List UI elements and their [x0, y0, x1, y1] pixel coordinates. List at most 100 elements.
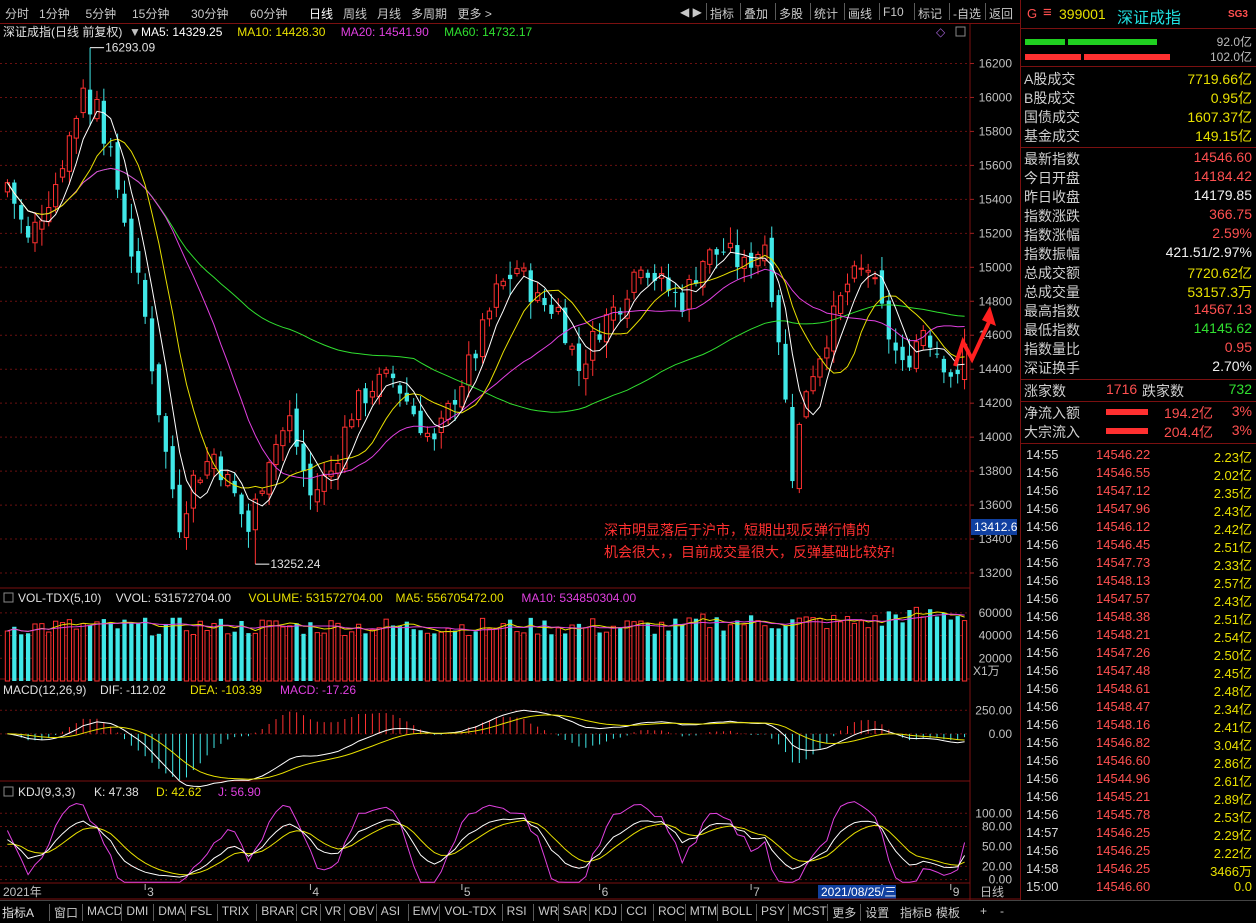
template-button-2[interactable]: + [980, 904, 987, 918]
indicator-tab-19[interactable]: ROC [658, 904, 685, 918]
indicator-tab-17[interactable]: KDJ [594, 904, 617, 918]
toolbar-button-3[interactable]: 统计 [814, 5, 838, 22]
dropdown-icon: ▼ [129, 25, 141, 39]
volume-bar [597, 632, 602, 681]
toolbar-button-1[interactable]: 叠加 [744, 5, 768, 22]
indicator-tab-25[interactable]: 设置 [865, 904, 889, 921]
indicator-tab-11[interactable]: ASI [381, 904, 400, 918]
candle-body [831, 305, 837, 352]
indicator-tab-24[interactable]: 更多 [832, 904, 856, 921]
tab-2[interactable]: 5分钟 [86, 5, 117, 22]
candle-body [576, 343, 582, 372]
dea-line [7, 714, 965, 780]
candle-body [727, 242, 734, 249]
indicator-tab-14[interactable]: RSI [507, 904, 527, 918]
toolbar-button-7[interactable]: -自选 [953, 5, 981, 22]
candle-body [287, 415, 293, 432]
toolbar-button-6[interactable]: 标记 [918, 5, 942, 22]
volume-bar [486, 628, 493, 682]
volume-bar [748, 615, 754, 681]
tab-9[interactable]: 多周期 [411, 5, 447, 22]
index-code: 399001 [1059, 6, 1106, 22]
tick-row: 14:55 14546.22 2.23亿 [1026, 447, 1252, 465]
tab-4[interactable]: 30分钟 [191, 5, 228, 22]
indicator-tab-15[interactable]: WR [538, 904, 558, 918]
indicator-tab-12[interactable]: EMV [413, 904, 439, 918]
tick-time: 14:56 [1026, 537, 1059, 552]
volume-bar [376, 627, 382, 682]
tab-3[interactable]: 15分钟 [132, 5, 169, 22]
indicator-tab-0[interactable]: 指标A [2, 904, 34, 921]
quote-row-label: 最新指数 [1024, 151, 1080, 167]
indicator-tab-4[interactable]: DMA [158, 904, 185, 918]
indicator-tab-18[interactable]: CCI [626, 904, 647, 918]
candle-body [163, 416, 168, 452]
toolbar-button-2[interactable]: 多股 [779, 5, 803, 22]
candle-body [445, 402, 451, 420]
quote-row-value: 14184.42 [1193, 168, 1252, 184]
tick-row: 14:56 14546.12 2.42亿 [1026, 519, 1252, 537]
indicator-tab-8[interactable]: CR [301, 904, 318, 918]
indicator-tab-9[interactable]: VR [325, 904, 342, 918]
tab-separator [295, 904, 297, 921]
tick-time: 14:56 [1026, 465, 1059, 480]
volume-bar [727, 624, 734, 682]
toolbar-button-4[interactable]: 画线 [848, 5, 872, 22]
volume-bar [941, 612, 947, 681]
tab-5[interactable]: 60分钟 [250, 5, 287, 22]
indicator-tab-5[interactable]: FSL [190, 904, 212, 918]
tab-separator [49, 904, 50, 921]
toolbar-button-5[interactable]: F10 [883, 5, 904, 19]
indicator-tab-16[interactable]: SAR [563, 904, 588, 918]
scroll-arrows-icon[interactable]: ◀ ▶ [680, 5, 702, 19]
indicator-tab-20[interactable]: MTM [690, 904, 717, 918]
toolbar-button-0[interactable]: 指标 [710, 5, 734, 22]
indicator-tab-21[interactable]: BOLL [722, 904, 753, 918]
volume-bar [252, 632, 258, 682]
tick-price: 14546.12 [1096, 519, 1151, 534]
indicator-tab-2[interactable]: MACD [87, 904, 122, 918]
vol-y-tick: 40000 [979, 629, 1013, 643]
tab-8[interactable]: 月线 [377, 5, 401, 22]
indicator-tab-6[interactable]: TRIX [222, 904, 249, 918]
tick-row: 14:56 14548.47 2.34亿 [1026, 699, 1252, 717]
menu-icon[interactable]: ≡ [1043, 4, 1052, 21]
tab-6[interactable]: 日线 [309, 5, 333, 22]
volume-bar [108, 622, 113, 681]
toolbar-button-8[interactable]: 返回 [989, 5, 1013, 22]
quote-row-label: 昨日收盘 [1024, 189, 1080, 205]
tab-separator [533, 904, 535, 921]
stat-row-label: 国债成交 [1024, 109, 1080, 125]
code-prefix: G [1027, 6, 1038, 21]
volume-bar [507, 619, 513, 681]
candle-body [583, 363, 589, 380]
tab-1[interactable]: 1分钟 [39, 5, 70, 22]
ma10-label: MA10: 14428.30 [237, 25, 325, 39]
quote-row-label: 最低指数 [1024, 322, 1080, 338]
indicator-tab-23[interactable]: MCST [793, 904, 827, 918]
candle-body [927, 335, 933, 348]
volume-label: VOLUME: 531572704.00 [249, 591, 383, 605]
indicator-tab-22[interactable]: PSY [761, 904, 785, 918]
indicator-tab-7[interactable]: BRAR [261, 904, 294, 918]
tab-7[interactable]: 周线 [343, 5, 367, 22]
tick-row: 14:56 14546.82 3.04亿 [1026, 735, 1252, 753]
template-button-3[interactable]: - [1000, 904, 1004, 918]
indicator-tab-10[interactable]: OBV [349, 904, 374, 918]
quote-row-label: 指数涨幅 [1024, 227, 1080, 243]
tab-10[interactable]: 更多 > [458, 5, 492, 22]
tick-time: 14:56 [1026, 555, 1059, 570]
flow-value: 194.2亿 [1164, 405, 1214, 421]
template-button-1[interactable]: 模板 [936, 904, 960, 921]
template-button-0[interactable]: 指标B [900, 904, 932, 921]
tab-separator [860, 904, 862, 921]
volume-bar [259, 619, 265, 682]
tab-0[interactable]: 分时 [5, 5, 29, 22]
toolbar-separator [740, 3, 741, 20]
indicator-tab-1[interactable]: 窗口 [54, 904, 78, 921]
y-tick-label: 13600 [979, 498, 1013, 512]
indicator-tab-3[interactable]: DMI [126, 904, 148, 918]
period-toolbar: 分时 1分钟 5分钟 15分钟 30分钟 60分钟 日线 周线 月线 多周期 更多 > 指标 叠加 多股统… [0, 0, 1020, 24]
indicator-tab-13[interactable]: VOL-TDX [444, 904, 496, 918]
toolbar-separator [775, 3, 776, 20]
